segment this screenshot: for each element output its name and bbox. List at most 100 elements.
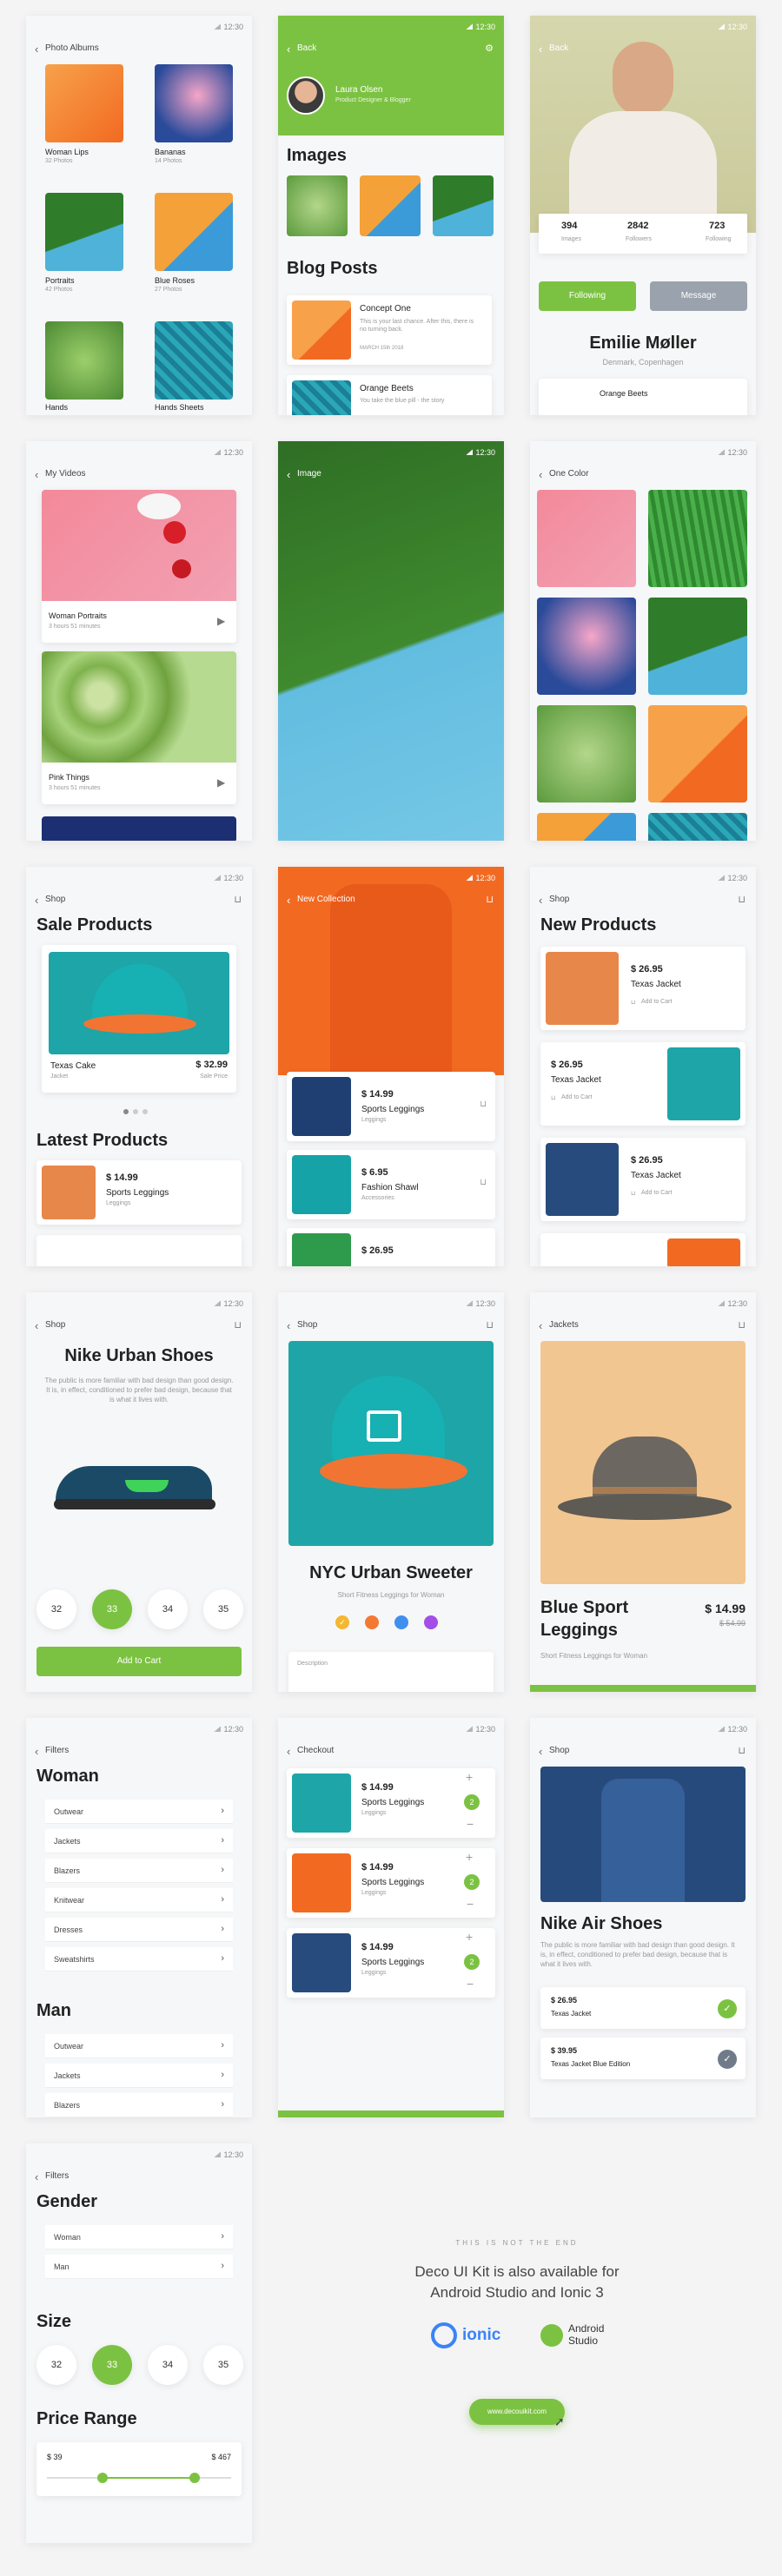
back-arrow-icon[interactable]: ‹ (539, 43, 542, 56)
color-swatch-purple[interactable] (424, 1615, 438, 1629)
cart-icon[interactable]: ⊔ (551, 1094, 555, 1101)
basket-icon[interactable]: ⊔ (486, 1319, 494, 1331)
size-option-selected[interactable]: 33 (92, 2345, 132, 2385)
grid-photo[interactable] (537, 490, 636, 587)
check-icon[interactable]: ✓ (718, 1999, 737, 2018)
bottom-bar[interactable] (530, 1685, 756, 1692)
grid-photo[interactable] (537, 705, 636, 803)
back-arrow-icon[interactable]: ‹ (539, 468, 542, 481)
cart-icon[interactable]: ⊔ (480, 1100, 487, 1109)
album-blue-roses[interactable] (155, 193, 233, 271)
variant-row[interactable]: $ 39.95 Texas Jacket Blue Edition ✓ (540, 2038, 746, 2079)
product-row[interactable]: $ 14.99 Sports Leggings Leggings ⊔ (287, 1072, 495, 1141)
filter-row[interactable]: Sweatshirts › (45, 1947, 233, 1972)
check-icon[interactable]: ✓ (718, 2050, 737, 2069)
filter-row[interactable]: Outwear › (45, 2034, 233, 2058)
checkout-bar[interactable] (278, 2110, 504, 2117)
cart-icon[interactable]: ⊔ (631, 999, 635, 1006)
product-row[interactable]: $ 6.95 Fashion Shawl Accessories ⊔ (287, 1150, 495, 1219)
latest-product-card[interactable] (36, 1235, 242, 1266)
image-thumb[interactable] (287, 175, 348, 236)
back-arrow-icon[interactable]: ‹ (35, 43, 38, 56)
product-row[interactable]: $ 26.95 (287, 1228, 495, 1266)
add-to-cart-button[interactable]: Add to Cart (36, 1647, 242, 1676)
play-icon[interactable]: ▶ (217, 615, 225, 627)
album-woman-lips[interactable] (45, 64, 123, 142)
cart-icon[interactable]: ⊔ (480, 1178, 487, 1187)
grid-photo[interactable] (537, 813, 636, 841)
back-arrow-icon[interactable]: ‹ (287, 1319, 290, 1332)
back-arrow-icon[interactable]: ‹ (287, 468, 290, 481)
basket-icon[interactable]: ⊔ (738, 894, 746, 905)
filter-row[interactable]: Jackets › (45, 2064, 233, 2088)
filter-row[interactable]: Dresses › (45, 1918, 233, 1942)
plus-icon[interactable]: + (466, 1850, 473, 1864)
plus-icon[interactable]: + (466, 1930, 473, 1944)
add-to-cart-link[interactable]: Add to Cart (641, 1190, 672, 1196)
add-to-cart-link[interactable]: Add to Cart (561, 1094, 592, 1100)
back-arrow-icon[interactable]: ‹ (539, 1319, 542, 1332)
latest-product-card[interactable]: $ 14.99 Sports Leggings Leggings (36, 1160, 242, 1225)
size-option-selected[interactable]: 33 (92, 1589, 132, 1629)
grid-photo[interactable] (537, 598, 636, 695)
image-thumb[interactable] (433, 175, 494, 236)
video-thumb-next[interactable] (42, 816, 236, 841)
settings-icon[interactable]: ⚙ (485, 43, 494, 54)
size-option[interactable]: 32 (36, 2345, 76, 2385)
plus-icon[interactable]: + (466, 1770, 473, 1784)
size-option[interactable]: 35 (203, 2345, 243, 2385)
play-icon[interactable]: ▶ (217, 776, 225, 789)
back-arrow-icon[interactable]: ‹ (35, 1745, 38, 1758)
basket-icon[interactable]: ⊔ (486, 894, 494, 905)
grid-photo[interactable] (648, 705, 747, 803)
image-thumb[interactable] (360, 175, 421, 236)
gender-row[interactable]: Woman › (45, 2225, 233, 2249)
featured-product-card[interactable]: Texas Cake Jacket $ 32.99 Sale Price (42, 945, 236, 1093)
back-arrow-icon[interactable]: ‹ (539, 894, 542, 907)
back-arrow-icon[interactable]: ‹ (35, 1319, 38, 1332)
back-arrow-icon[interactable]: ‹ (287, 894, 290, 907)
cart-icon[interactable]: ⊔ (631, 1190, 635, 1197)
size-option[interactable]: 34 (148, 2345, 188, 2385)
website-button[interactable]: www.decouikit.com (469, 2399, 565, 2425)
back-arrow-icon[interactable]: ‹ (287, 43, 290, 56)
filter-row[interactable]: Blazers › (45, 1859, 233, 1883)
blog-post-card[interactable]: Orange Beets You take the blue pill - th… (287, 375, 492, 415)
album-hands[interactable] (45, 321, 123, 400)
video-card[interactable]: Woman Portraits 3 hours 51 minutes ▶ (42, 490, 236, 643)
back-arrow-icon[interactable]: ‹ (287, 1745, 290, 1758)
back-label[interactable]: Back (297, 43, 316, 53)
product-card[interactable]: $ 26.95 Texas Jacket Add to Cart ⊔ (540, 1138, 746, 1221)
basket-icon[interactable]: ⊔ (738, 1745, 746, 1756)
minus-icon[interactable]: − (467, 1897, 474, 1911)
back-arrow-icon[interactable]: ‹ (35, 894, 38, 907)
blog-post-card[interactable]: Concept One This is your last chance. Af… (287, 295, 492, 365)
product-card[interactable]: $ 26.95 Texas Jacket Add to Cart ⊔ (540, 947, 746, 1030)
size-option[interactable]: 35 (203, 1589, 243, 1629)
filter-row[interactable]: Blazers › (45, 2093, 233, 2117)
album-hands-sheets[interactable] (155, 321, 233, 400)
pagination-dots[interactable] (123, 1103, 148, 1119)
range-handle-min[interactable] (96, 2473, 108, 2483)
size-option[interactable]: 34 (148, 1589, 188, 1629)
back-arrow-icon[interactable]: ‹ (35, 468, 38, 481)
back-arrow-icon[interactable]: ‹ (539, 1745, 542, 1758)
following-button[interactable]: Following (539, 281, 636, 311)
album-portraits[interactable] (45, 193, 123, 271)
minus-icon[interactable]: − (467, 1817, 474, 1831)
grid-photo[interactable] (648, 813, 747, 841)
add-to-cart-link[interactable]: Add to Cart (641, 999, 672, 1005)
video-card[interactable]: Pink Things 3 hours 51 minutes ▶ (42, 651, 236, 804)
range-handle-max[interactable] (189, 2473, 200, 2483)
color-swatch-blue[interactable] (394, 1615, 408, 1629)
back-arrow-icon[interactable]: ‹ (35, 2170, 38, 2183)
filter-row[interactable]: Jackets › (45, 1829, 233, 1853)
grid-photo[interactable] (648, 490, 747, 587)
color-swatch-yellow[interactable]: ✓ (335, 1615, 349, 1629)
message-button[interactable]: Message (650, 281, 747, 311)
gender-row[interactable]: Man › (45, 2255, 233, 2279)
filter-row[interactable]: Outwear › (45, 1800, 233, 1824)
basket-icon[interactable]: ⊔ (234, 1319, 242, 1331)
size-option[interactable]: 32 (36, 1589, 76, 1629)
variant-row[interactable]: $ 26.95 Texas Jacket ✓ (540, 1987, 746, 2029)
